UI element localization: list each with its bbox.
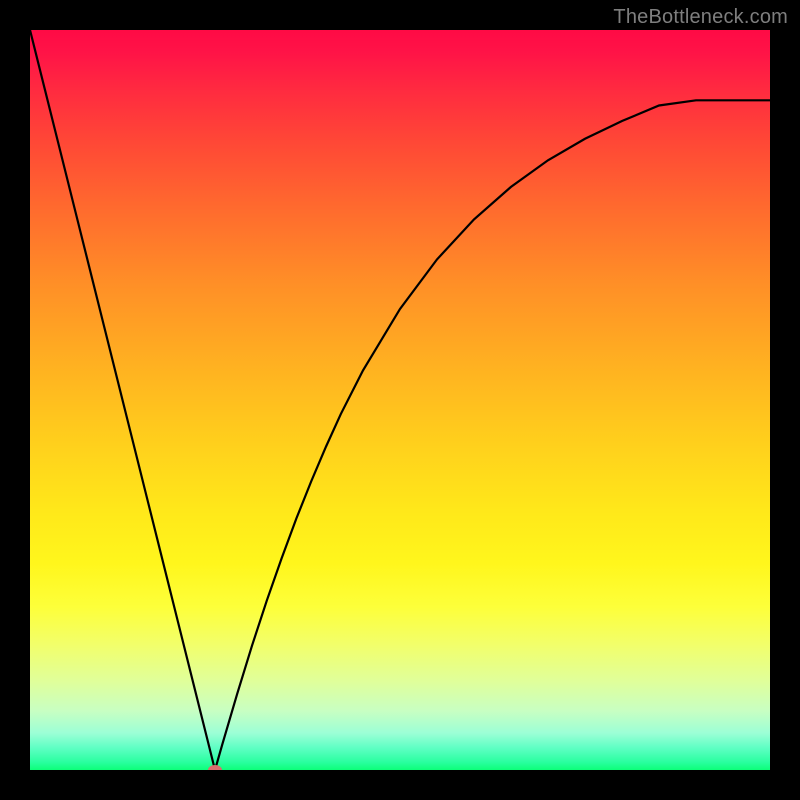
- marker-dot: [208, 765, 222, 770]
- plot-area: [30, 30, 770, 770]
- chart-frame: TheBottleneck.com: [0, 0, 800, 800]
- bottleneck-curve: [30, 30, 770, 770]
- curve-svg: [30, 30, 770, 770]
- watermark-text: TheBottleneck.com: [613, 6, 788, 29]
